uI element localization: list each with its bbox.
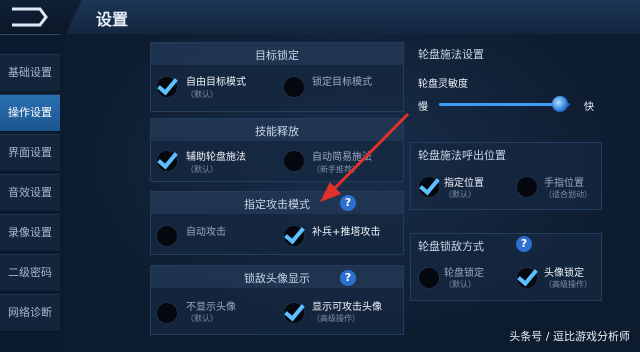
lock-target-label: 锁定目标模式 bbox=[312, 77, 372, 88]
avatar-lock-sub: （高级操作） bbox=[544, 280, 592, 289]
assist-wheel-label: 辅助轮盘施法 bbox=[186, 152, 246, 163]
auto-cast-sub: （新手推荐） bbox=[312, 165, 360, 174]
fixed-position-checkbox[interactable] bbox=[418, 176, 440, 198]
finger-position-sub: （适合划动） bbox=[544, 190, 592, 199]
attack-mode-title: 指定攻击模式 bbox=[244, 198, 310, 211]
avatar-lock-label: 头像锁定 bbox=[544, 268, 584, 279]
show-avatar-sub: （高级操作） bbox=[312, 314, 360, 323]
slider-slow-label: 慢 bbox=[418, 102, 428, 113]
top-bar: 设置 bbox=[0, 0, 640, 35]
finger-position-checkbox[interactable] bbox=[516, 176, 538, 198]
sidebar-item-sound[interactable]: 音效设置 bbox=[0, 174, 60, 212]
sensitivity-slider[interactable] bbox=[439, 96, 570, 112]
target-lock-title: 目标锁定 bbox=[255, 49, 299, 62]
back-button[interactable] bbox=[0, 0, 82, 34]
minion-tower-checkbox[interactable] bbox=[283, 225, 305, 247]
free-target-sub: （默认） bbox=[186, 90, 218, 99]
wheel-lock-sub: （默认） bbox=[444, 280, 476, 289]
sidebar-item-interface[interactable]: 界面设置 bbox=[0, 134, 60, 172]
show-avatar-checkbox[interactable] bbox=[283, 302, 305, 324]
assist-wheel-checkbox[interactable] bbox=[156, 150, 178, 172]
auto-cast-checkbox[interactable] bbox=[283, 150, 305, 172]
assist-wheel-sub: （默认） bbox=[186, 165, 218, 174]
lock-avatar-help-icon[interactable]: ? bbox=[340, 270, 356, 286]
fixed-position-label: 指定位置 bbox=[444, 178, 484, 189]
wheel-lock-checkbox[interactable] bbox=[418, 267, 440, 289]
free-target-label: 自由目标模式 bbox=[186, 77, 246, 88]
wheel-settings-title: 轮盘施法设置 bbox=[418, 48, 484, 61]
auto-attack-label: 自动攻击 bbox=[186, 227, 226, 238]
sidebar-item-password[interactable]: 二级密码 bbox=[0, 254, 60, 292]
fixed-position-sub: （默认） bbox=[444, 190, 476, 199]
lock-target-checkbox[interactable] bbox=[283, 76, 305, 98]
avatar-lock-checkbox[interactable] bbox=[516, 267, 538, 289]
sidebar-item-controls[interactable]: 操作设置 bbox=[0, 94, 60, 132]
wheel-position-title: 轮盘施法呼出位置 bbox=[418, 149, 506, 162]
sidebar-item-basic[interactable]: 基础设置 bbox=[0, 54, 60, 92]
wheel-lock-label: 轮盘锁定 bbox=[444, 268, 484, 279]
no-avatar-checkbox[interactable] bbox=[156, 302, 178, 324]
auto-attack-checkbox[interactable] bbox=[156, 225, 178, 247]
skill-release-title: 技能释放 bbox=[255, 125, 299, 138]
sensitivity-slider-fill bbox=[439, 103, 560, 106]
wheel-lock-help-icon[interactable]: ? bbox=[516, 236, 532, 252]
watermark: 头条号 / 逗比游戏分析师 bbox=[509, 330, 630, 343]
sensitivity-slider-knob[interactable] bbox=[551, 96, 568, 112]
page-title: 设置 bbox=[96, 10, 129, 29]
sidebar-item-replay[interactable]: 录像设置 bbox=[0, 214, 60, 252]
free-target-checkbox[interactable] bbox=[156, 76, 178, 98]
back-arrow-icon bbox=[12, 7, 48, 27]
slider-fast-label: 快 bbox=[584, 102, 594, 113]
no-avatar-label: 不显示头像 bbox=[186, 302, 236, 313]
finger-position-label: 手指位置 bbox=[544, 178, 584, 189]
sidebar-item-network[interactable]: 网络诊断 bbox=[0, 294, 60, 332]
wheel-lock-title: 轮盘锁敌方式 bbox=[418, 240, 484, 253]
attack-mode-help-icon[interactable]: ? bbox=[340, 195, 356, 211]
auto-cast-label: 自动简易施法 bbox=[312, 152, 372, 163]
sidebar: 基础设置 操作设置 界面设置 音效设置 录像设置 二级密码 网络诊断 bbox=[0, 44, 60, 352]
show-avatar-label: 显示可攻击头像 bbox=[312, 302, 382, 313]
no-avatar-sub: （默认） bbox=[186, 314, 218, 323]
minion-tower-label: 补兵+推塔攻击 bbox=[312, 227, 381, 238]
wheel-sensitivity-label: 轮盘灵敏度 bbox=[418, 79, 468, 90]
lock-avatar-title: 锁敌头像显示 bbox=[244, 272, 310, 285]
